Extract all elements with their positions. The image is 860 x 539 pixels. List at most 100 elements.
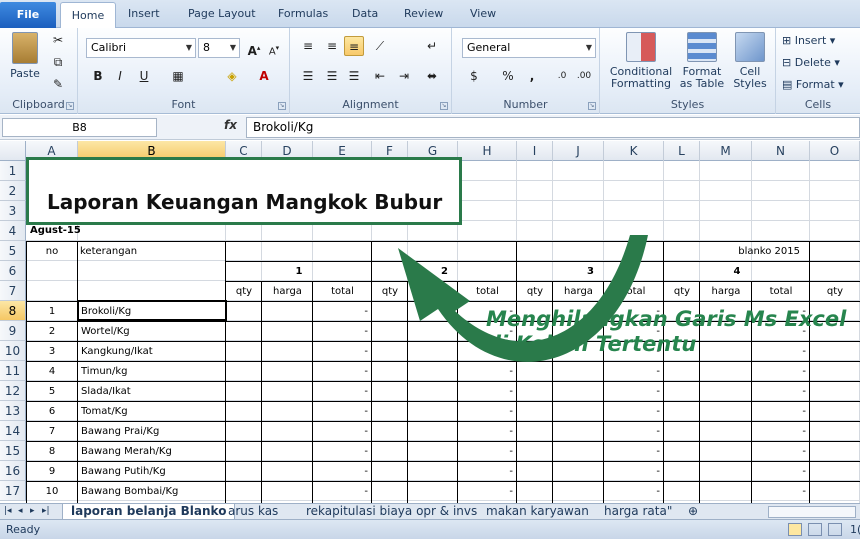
number-dialog-launcher-icon[interactable]: ↘	[588, 102, 596, 110]
alignment-label: Alignment	[342, 98, 399, 111]
currency-icon[interactable]: $	[464, 66, 484, 86]
format-painter-icon[interactable]: ✎	[48, 74, 68, 94]
sheet-nav-next-icon[interactable]: ▸	[30, 504, 35, 520]
clipboard-group: Paste ✂ ⧉ ✎ Clipboard ↘	[0, 28, 78, 114]
align-left-icon[interactable]: ☰	[298, 66, 318, 86]
normal-view-icon[interactable]	[788, 523, 802, 536]
orientation-icon[interactable]: ⟋	[370, 36, 390, 56]
insert-cells-label: Insert	[794, 34, 827, 47]
font-size-select[interactable]: 8 ▼	[198, 38, 240, 58]
align-top-icon[interactable]: ≡	[298, 36, 318, 56]
shrink-font-icon[interactable]: A▾	[264, 38, 284, 58]
annotation-arrow	[398, 235, 648, 362]
cut-icon[interactable]: ✂	[48, 30, 68, 50]
number-group: General ▼ $ % , .0 .00 Number ↘	[452, 28, 600, 114]
underline-button[interactable]: U	[134, 66, 154, 86]
font-size-value: 8	[203, 41, 210, 54]
font-name-value: Calibri	[91, 41, 127, 54]
page-layout-view-icon[interactable]	[808, 523, 822, 536]
styles-label: Styles	[670, 98, 705, 111]
sheet-tab[interactable]: arus kas	[228, 504, 278, 520]
tab-file[interactable]: File	[0, 2, 56, 28]
align-middle-icon[interactable]: ≡	[322, 36, 342, 56]
number-format-value: General	[467, 41, 511, 54]
delete-cells-button[interactable]: ⊟ Delete ▾	[782, 56, 840, 69]
name-box[interactable]: B8	[2, 118, 157, 137]
tab-formulas[interactable]: Formulas	[278, 7, 328, 20]
insert-cells-button[interactable]: ⊞ Insert ▾	[782, 34, 835, 47]
font-label: Font	[171, 98, 196, 111]
tab-home[interactable]: Home	[60, 2, 116, 29]
tab-data[interactable]: Data	[352, 7, 378, 20]
sheet-tab-active[interactable]: laporan belanja Blanko	[62, 504, 236, 520]
clipboard-dialog-launcher-icon[interactable]: ↘	[66, 102, 74, 110]
tab-insert[interactable]: Insert	[128, 7, 160, 20]
italic-button[interactable]: I	[110, 66, 130, 86]
conditional-formatting-button[interactable]: Conditional Formatting	[606, 32, 676, 90]
number-label: Number	[503, 98, 548, 111]
font-dialog-launcher-icon[interactable]: ↘	[278, 102, 286, 110]
styles-group: Conditional Formatting Format as Table C…	[600, 28, 776, 114]
conditional-formatting-label-2: Formatting	[610, 77, 672, 90]
sheet-nav-prev-icon[interactable]: ◂	[18, 504, 23, 520]
insert-cells-icon: ⊞	[782, 34, 795, 47]
comma-style-button[interactable]: ,	[522, 66, 542, 86]
ribbon-tabs-bar: File Home Insert Page Layout Formulas Da…	[0, 0, 860, 29]
insert-sheet-icon[interactable]: ⊕	[688, 504, 698, 520]
align-right-icon[interactable]: ☰	[344, 66, 364, 86]
bold-button[interactable]: B	[88, 66, 108, 86]
font-group: Calibri ▼ 8 ▼ A▴ A▾ B I U ▦ ◈ A Font ↘	[78, 28, 290, 114]
increase-indent-icon[interactable]: ⇥	[394, 66, 414, 86]
horizontal-scrollbar[interactable]	[768, 506, 856, 518]
format-as-table-button[interactable]: Format as Table	[678, 32, 726, 90]
zoom-level[interactable]: 1(	[850, 523, 860, 536]
decrease-decimal-icon[interactable]: .00	[574, 66, 594, 86]
delete-cells-icon: ⊟	[782, 56, 795, 69]
delete-cells-label: Delete	[794, 56, 831, 69]
paste-icon	[12, 32, 38, 64]
tab-page-layout[interactable]: Page Layout	[188, 7, 256, 20]
wrap-text-icon[interactable]: ↵	[422, 36, 442, 56]
formula-input[interactable]: Brokoli/Kg	[246, 117, 860, 138]
ribbon: Paste ✂ ⧉ ✎ Clipboard ↘ Calibri ▼ 8 ▼ A▴ A…	[0, 28, 860, 114]
font-name-select[interactable]: Calibri ▼	[86, 38, 196, 58]
sheet-tab[interactable]: makan karyawan	[486, 504, 589, 520]
sheet-tabs-bar: |◂ ◂ ▸ ▸| laporan belanja Blanko arus ka…	[0, 503, 860, 520]
sheet-nav-first-icon[interactable]: |◂	[4, 504, 12, 520]
number-format-select[interactable]: General ▼	[462, 38, 596, 58]
sheet-tab[interactable]: harga rata"	[604, 504, 672, 520]
tab-view[interactable]: View	[470, 7, 496, 20]
font-color-icon[interactable]: A	[254, 66, 274, 86]
format-cells-button[interactable]: ▤ Format ▾	[782, 78, 844, 91]
status-bar: Ready 1(	[0, 519, 860, 539]
fx-icon[interactable]: fx	[224, 118, 237, 132]
sheet-tab[interactable]: rekapitulasi biaya opr & invs	[306, 504, 477, 520]
spreadsheet-grid[interactable]: ABCDEFGHIJKLMNO 1 2 3 4 5 6 7 8 9 10 11 12 13 14 15 16 1…	[0, 141, 860, 503]
copy-icon[interactable]: ⧉	[48, 52, 68, 72]
chevron-down-icon: ▼	[185, 43, 192, 52]
percent-button[interactable]: %	[498, 66, 518, 86]
fill-color-icon[interactable]: ◈	[222, 66, 242, 86]
grow-font-icon[interactable]: A▴	[244, 38, 264, 58]
alignment-group: ≡ ≡ ≡ ⟋ ↵ ☰ ☰ ☰ ⇤ ⇥ ⬌ Alignment ↘	[290, 28, 452, 114]
align-bottom-icon[interactable]: ≡	[344, 36, 364, 56]
cell-styles-button[interactable]: Cell Styles	[728, 32, 772, 90]
sheet-nav-last-icon[interactable]: ▸|	[42, 504, 50, 520]
paste-button[interactable]: Paste	[6, 32, 44, 80]
merge-center-icon[interactable]: ⬌	[422, 66, 442, 86]
format-cells-icon: ▤	[782, 78, 796, 91]
page-break-view-icon[interactable]	[828, 523, 842, 536]
conditional-formatting-icon	[626, 32, 656, 62]
cells-group: ⊞ Insert ▾ ⊟ Delete ▾ ▤ Format ▾ Cells	[776, 28, 860, 114]
decrease-indent-icon[interactable]: ⇤	[370, 66, 390, 86]
status-text: Ready	[6, 523, 41, 536]
alignment-dialog-launcher-icon[interactable]: ↘	[440, 102, 448, 110]
chevron-down-icon: ▼	[585, 43, 592, 52]
cell-styles-label-2: Styles	[733, 77, 767, 90]
chevron-down-icon: ▼	[229, 43, 236, 52]
align-center-icon[interactable]: ☰	[322, 66, 342, 86]
increase-decimal-icon[interactable]: .0	[552, 66, 572, 86]
curved-arrow-icon	[398, 235, 648, 362]
borders-icon[interactable]: ▦	[168, 66, 188, 86]
tab-review[interactable]: Review	[404, 7, 443, 20]
